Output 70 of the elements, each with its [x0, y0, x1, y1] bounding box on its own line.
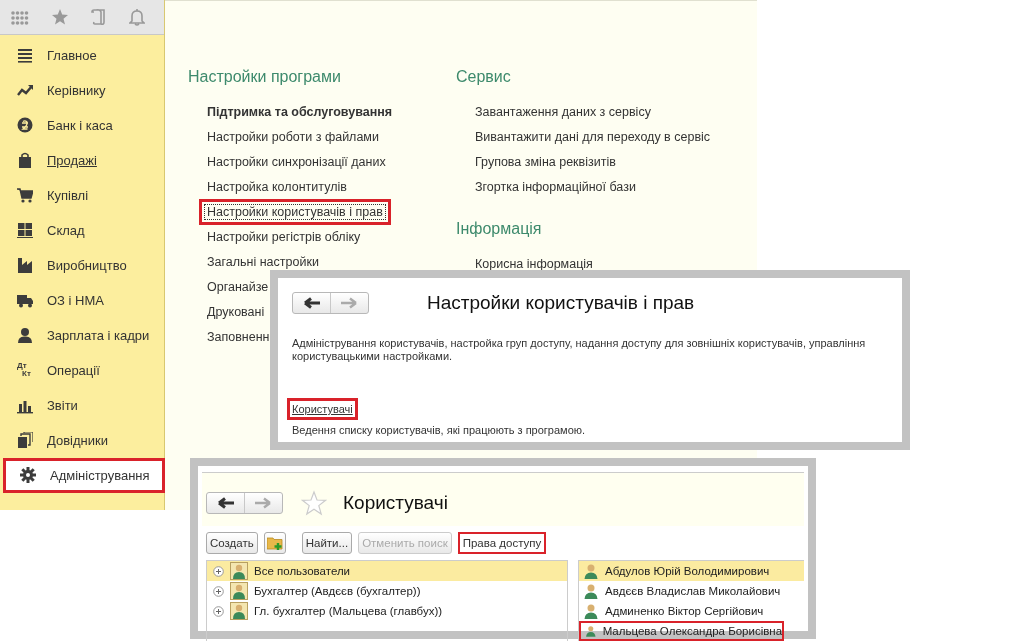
command-link[interactable]: Настройки користувачів і прав — [199, 198, 391, 225]
sidebar-item[interactable]: Виробництво — [0, 248, 164, 283]
section-heading: Інформація — [456, 220, 543, 239]
gear-icon — [20, 467, 36, 484]
command-link[interactable]: Настройки регістрів обліку — [199, 223, 369, 250]
sidebar-item[interactable]: Дт Кт Операції — [0, 353, 164, 388]
window-title: Настройки користувачів і прав — [427, 292, 695, 314]
command-link[interactable]: Настройка колонтитулів — [199, 173, 355, 200]
group-row[interactable]: Бухгалтер (Авдєєв (бухгалтер)) — [207, 581, 568, 601]
user-row[interactable]: Мальцева Олександра Борисівна — [579, 621, 785, 641]
toolbar-button[interactable]: Права доступу — [457, 531, 547, 554]
user-row[interactable]: Авдєєв Владислав Миколайович — [579, 581, 804, 601]
command-link[interactable]: Вивантажити дані для переходу в сервіс — [467, 123, 719, 150]
sidebar-item[interactable]: Главное — [0, 38, 164, 73]
command-link[interactable]: Настройки синхронізації даних — [199, 148, 394, 175]
sidebar-item[interactable]: Довідники — [0, 423, 164, 458]
person-icon — [585, 623, 597, 639]
truck-icon — [17, 292, 33, 309]
folder-plus-icon — [266, 535, 283, 550]
group-row[interactable]: Все пользователи — [207, 561, 568, 581]
command-link[interactable]: Друковані — [199, 298, 273, 325]
debit-credit-icon: Дт Кт — [17, 362, 33, 379]
sidebar-item[interactable]: Зарплата і кадри — [0, 318, 164, 353]
person-icon — [583, 603, 600, 619]
factory-icon — [17, 257, 33, 274]
sidebar-item[interactable]: Склад — [0, 213, 164, 248]
person-icon — [17, 327, 33, 344]
grid-icon — [17, 222, 33, 239]
section-heading: Настройки програми — [188, 68, 342, 87]
expand-icon[interactable] — [213, 565, 224, 577]
star-icon[interactable] — [301, 490, 327, 516]
shopping-bag-icon — [17, 152, 33, 169]
toolbar-button[interactable]: Найти... — [301, 531, 353, 554]
command-link[interactable]: Групова зміна реквізитів — [467, 148, 624, 175]
cart-icon — [17, 187, 33, 204]
apps-grid-icon[interactable] — [11, 9, 29, 25]
person-icon — [583, 563, 600, 579]
user-group-icon — [230, 602, 248, 620]
group-row[interactable]: Гл. бухгалтер (Мальцева (главбух)) — [207, 601, 568, 621]
toolbar-button[interactable]: Создать — [206, 531, 258, 554]
stacked-pages-icon — [17, 432, 33, 449]
command-link[interactable]: Загальні настройки — [199, 248, 327, 275]
sidebar-item[interactable]: Звіти — [0, 388, 164, 423]
coin-icon — [17, 117, 33, 134]
sidebar-item[interactable]: ОЗ і НМА — [0, 283, 164, 318]
sidebar-item[interactable]: Купівлі — [0, 178, 164, 213]
person-icon — [583, 583, 600, 599]
sidebar-item[interactable]: Адміністрування — [3, 458, 165, 493]
list-icon — [17, 47, 33, 64]
user-group-icon — [230, 562, 248, 580]
bell-icon[interactable] — [129, 8, 145, 26]
star-icon[interactable] — [51, 8, 69, 26]
user-group-icon — [230, 582, 248, 600]
user-row[interactable]: Админенко Віктор Сергійович — [579, 601, 804, 621]
command-link[interactable]: Підтримка та обслуговування — [199, 98, 401, 125]
window-title: Користувачі — [343, 492, 448, 514]
user-row[interactable]: Абдулов Юрій Володимирович — [579, 561, 804, 581]
command-link[interactable]: Настройки роботи з файлами — [199, 123, 387, 150]
expand-icon[interactable] — [213, 585, 224, 597]
sidebar-item[interactable]: Продажі — [0, 143, 164, 178]
sidebar-item[interactable]: Банк і каса — [0, 108, 164, 143]
section-heading: Сервис — [456, 68, 512, 87]
description-text: Ведення списку користувачів, які працюють з програмою. — [292, 424, 587, 436]
users-link[interactable]: Користувачі — [287, 398, 358, 420]
description-text: Адміністрування користувачів, настройка груп доступу, надання доступу для зовнішніх користувачів, управління користувацькими настройками. — [292, 337, 867, 363]
new-folder-button[interactable] — [263, 531, 286, 554]
command-link[interactable]: Згортка інформаційної бази — [467, 173, 644, 200]
sidebar-item[interactable]: Керівнику — [0, 73, 164, 108]
command-link[interactable]: Завантаження даних з сервісу — [467, 98, 659, 125]
expand-icon[interactable] — [213, 605, 224, 617]
